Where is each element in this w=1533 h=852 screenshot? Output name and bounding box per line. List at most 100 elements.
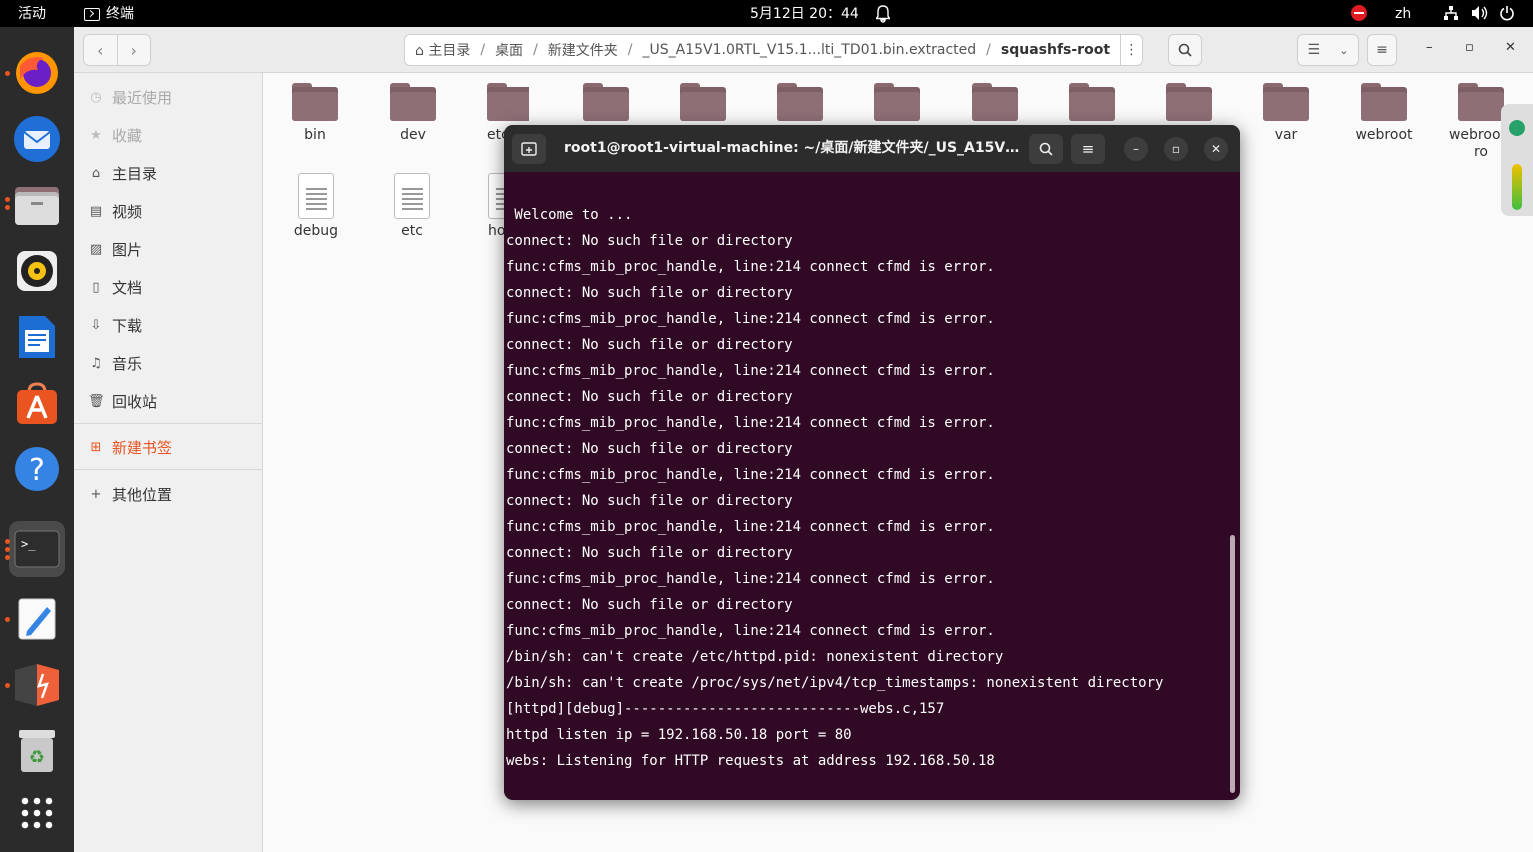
running-indicator xyxy=(5,547,10,552)
top-bar: 活动 终端 5月12日 20：44 zh xyxy=(0,0,1533,27)
sidebar-item-label: 视频 xyxy=(112,202,143,221)
terminal-icon[interactable]: >_ xyxy=(5,521,65,577)
path-new-folder[interactable]: 新建文件夹 xyxy=(538,40,628,60)
text-editor-icon[interactable] xyxy=(5,591,65,647)
terminal-line: func:cfms_mib_proc_handle, line:214 conn… xyxy=(506,363,995,379)
terminal-scrollbar[interactable] xyxy=(1230,535,1235,793)
terminal-line: httpd listen ip = 192.168.50.18 port = 8… xyxy=(506,727,852,743)
file-item[interactable]: ho xyxy=(488,173,504,239)
folder-icon xyxy=(777,83,823,121)
file-name: dev xyxy=(400,127,426,143)
path-desktop[interactable]: 桌面 xyxy=(485,40,533,60)
terminal-search-button[interactable] xyxy=(1029,134,1063,164)
running-indicator xyxy=(5,617,10,622)
file-item[interactable]: etc xyxy=(372,173,452,239)
sidebar-item-downloads[interactable]: ⇩ 下载 xyxy=(88,310,258,340)
file-item[interactable]: debug xyxy=(276,173,356,239)
path-extracted[interactable]: _US_A15V1.0RTL_V15.1...lti_TD01.bin.extr… xyxy=(633,42,987,58)
svg-text:♻: ♻ xyxy=(29,747,45,768)
folder-icon xyxy=(1458,83,1504,121)
sidebar-item-label: 收藏 xyxy=(112,126,143,145)
plus-icon: + xyxy=(90,486,102,502)
folder-item[interactable]: var xyxy=(1246,83,1326,143)
sidebar-item-videos[interactable]: ▤ 视频 xyxy=(88,196,258,226)
download-icon: ⇩ xyxy=(90,317,102,333)
close-icon: ✕ xyxy=(1210,142,1222,156)
volume-icon[interactable] xyxy=(1471,5,1489,26)
thunderbird-icon[interactable] xyxy=(9,111,65,167)
path-menu-button[interactable]: ⋮ xyxy=(1120,35,1142,65)
search-icon xyxy=(1039,142,1053,156)
terminal-close-button[interactable]: ✕ xyxy=(1204,137,1228,161)
files-icon[interactable] xyxy=(5,177,65,233)
sidebar-item-starred[interactable]: ★ 收藏 xyxy=(88,120,258,150)
terminal-maximize-button[interactable]: ▫ xyxy=(1164,137,1188,161)
running-indicator xyxy=(5,205,10,210)
side-widget[interactable] xyxy=(1501,104,1533,216)
sidebar-item-new-bookmark[interactable]: ⊞ 新建书签 xyxy=(88,432,258,462)
folder-item[interactable]: webroot xyxy=(1344,83,1424,143)
sidebar-item-other-locations[interactable]: + 其他位置 xyxy=(88,479,258,509)
language-indicator[interactable]: zh xyxy=(1395,5,1411,23)
sublime-icon[interactable] xyxy=(5,657,65,713)
sidebar-item-label: 图片 xyxy=(112,240,143,259)
terminal-minimize-button[interactable]: – xyxy=(1124,137,1148,161)
path-current[interactable]: squashfs-root xyxy=(991,42,1120,58)
sidebar-item-music[interactable]: ♫ 音乐 xyxy=(88,348,258,378)
sidebar-item-recent[interactable]: ◷ 最近使用 xyxy=(88,82,258,112)
sidebar-item-label: 回收站 xyxy=(112,392,158,411)
folder-item[interactable] xyxy=(1149,83,1229,127)
running-indicator xyxy=(5,683,10,688)
view-toggle-button[interactable]: ☰ ⌄ xyxy=(1297,34,1359,66)
folder-icon xyxy=(1166,83,1212,121)
sidebar-item-trash[interactable]: 🗑 回收站 xyxy=(88,386,258,416)
navigation-buttons: ‹ › xyxy=(83,34,151,66)
power-icon[interactable] xyxy=(1499,5,1515,26)
bookmark-icon: ⊞ xyxy=(90,439,102,455)
file-name: bin xyxy=(304,127,326,143)
terminal-menu-button[interactable]: ≡ xyxy=(1071,134,1105,164)
terminal-window[interactable]: root1@root1-virtual-machine: ~/桌面/新建文件夹/… xyxy=(504,125,1240,800)
close-button[interactable]: ✕ xyxy=(1505,40,1516,55)
sidebar-item-pictures[interactable]: ▨ 图片 xyxy=(88,234,258,264)
terminal-line: func:cfms_mib_proc_handle, line:214 conn… xyxy=(506,623,995,639)
search-button[interactable] xyxy=(1168,34,1202,66)
folder-item[interactable] xyxy=(955,83,1035,127)
folder-item[interactable] xyxy=(663,83,743,127)
new-tab-button[interactable] xyxy=(512,134,546,164)
file-name: debug xyxy=(293,223,339,239)
folder-item[interactable] xyxy=(760,83,840,127)
sidebar-item-home[interactable]: ⌂ 主目录 xyxy=(88,158,258,188)
path-home[interactable]: ⌂ 主目录 xyxy=(405,40,480,60)
folder-item[interactable] xyxy=(1052,83,1132,127)
document-icon: ▯ xyxy=(92,279,100,295)
writer-icon[interactable] xyxy=(9,309,65,365)
main-menu-button[interactable]: ≡ xyxy=(1367,34,1397,66)
trash-icon[interactable]: ♻ xyxy=(9,723,65,779)
folder-item[interactable] xyxy=(857,83,937,127)
clock[interactable]: 5月12日 20：44 xyxy=(750,5,859,23)
network-icon[interactable] xyxy=(1443,5,1459,26)
folder-item[interactable]: bin xyxy=(275,83,355,143)
folder-item[interactable] xyxy=(566,83,646,127)
maximize-button[interactable]: ▫ xyxy=(1465,40,1474,55)
sidebar-item-label: 最近使用 xyxy=(112,88,173,107)
do-not-disturb-icon[interactable] xyxy=(1351,5,1367,21)
software-icon[interactable] xyxy=(9,375,65,431)
terminal-line: func:cfms_mib_proc_handle, line:214 conn… xyxy=(506,311,995,327)
back-button[interactable]: ‹ xyxy=(84,35,118,65)
text-file-icon xyxy=(298,173,334,219)
terminal-line: func:cfms_mib_proc_handle, line:214 conn… xyxy=(506,415,995,431)
activities-button[interactable]: 活动 xyxy=(18,5,46,23)
app-menu[interactable]: 终端 xyxy=(84,5,134,23)
help-icon[interactable]: ? xyxy=(9,441,65,497)
terminal-output[interactable]: Welcome to ... connect: No such file or d… xyxy=(506,202,1226,774)
folder-item[interactable]: dev xyxy=(373,83,453,143)
sidebar-item-documents[interactable]: ▯ 文档 xyxy=(88,272,258,302)
app-grid-icon[interactable] xyxy=(9,785,65,841)
star-icon: ★ xyxy=(90,127,102,143)
rhythmbox-icon[interactable] xyxy=(9,243,65,299)
firefox-icon[interactable] xyxy=(5,45,65,101)
forward-button[interactable]: › xyxy=(118,35,151,65)
minimize-button[interactable]: – xyxy=(1426,40,1433,55)
